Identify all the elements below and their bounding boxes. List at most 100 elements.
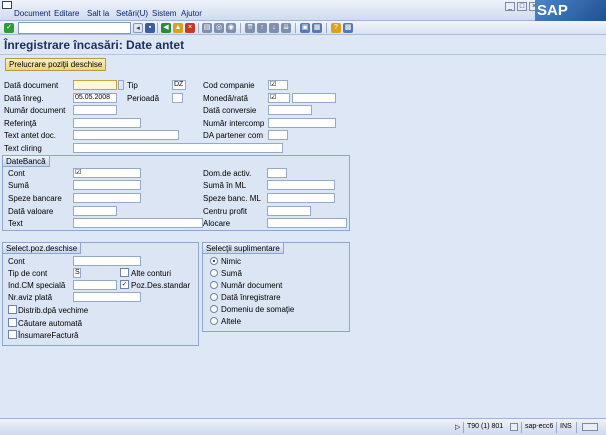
bank-charges-lc-field[interactable] [267, 193, 335, 203]
command-field[interactable] [18, 22, 131, 34]
cancel-icon[interactable]: × [185, 23, 195, 33]
intercomp-field[interactable] [268, 118, 336, 128]
payment-advice-field[interactable] [73, 292, 141, 302]
maximize-icon[interactable]: □ [517, 2, 527, 11]
radio-post-date[interactable] [210, 293, 218, 301]
minimize-icon[interactable]: _ [505, 2, 515, 11]
next-page-icon[interactable]: ↓ [269, 23, 279, 33]
amount-lc-field[interactable] [267, 180, 335, 190]
value-date-label: Dată valoare [8, 207, 54, 216]
assignment-field[interactable] [267, 218, 347, 228]
help-icon[interactable]: ? [331, 23, 341, 33]
radio-none-label: Nimic [221, 257, 241, 266]
std-open-items-label: Poz.Des.standar [131, 281, 191, 290]
sel-account-label: Cont [8, 257, 25, 266]
doc-number-label: Număr document [4, 106, 66, 115]
radio-dunning-area[interactable] [210, 305, 218, 313]
conv-date-field[interactable] [268, 105, 312, 115]
type-field[interactable]: DZ [172, 80, 186, 90]
special-gl-field[interactable] [73, 280, 117, 290]
amount-field[interactable] [73, 180, 141, 190]
business-area-field[interactable] [267, 168, 287, 178]
chevron-down-icon[interactable]: ◂ [133, 23, 143, 33]
radio-others[interactable] [210, 317, 218, 325]
header-text-field[interactable] [73, 130, 179, 140]
new-session-icon[interactable]: ▣ [300, 23, 310, 33]
menu-salt-la[interactable]: Salt la [87, 9, 109, 18]
other-accounts-checkbox[interactable] [120, 268, 129, 277]
invoice-insure-checkbox[interactable] [8, 330, 17, 339]
bank-text-label: Text [8, 219, 23, 228]
clearing-text-label: Text cliring [4, 144, 42, 153]
system-info-icon[interactable] [510, 423, 518, 431]
conv-date-label: Dată conversie [203, 106, 257, 115]
bank-charges-label: Speze bancare [8, 194, 62, 203]
shortcut-icon[interactable]: ▦ [312, 23, 322, 33]
radio-dunning-area-label: Domeniu de somaţie [221, 305, 295, 314]
sel-account-field[interactable] [73, 256, 141, 266]
period-label: Perioadă [127, 94, 160, 103]
profit-center-field[interactable] [267, 206, 311, 216]
period-field[interactable] [172, 93, 183, 103]
bank-account-field[interactable]: ☑ [73, 168, 141, 178]
menu-ajutor[interactable]: Ajutor [181, 9, 202, 18]
da-partner-field[interactable] [268, 130, 288, 140]
post-date-field[interactable]: 05.05.2008 [73, 93, 117, 103]
save-icon[interactable]: ▪ [145, 23, 155, 33]
radio-others-label: Altele [221, 317, 242, 326]
radio-amount[interactable] [210, 269, 218, 277]
find-next-icon[interactable]: ◉ [226, 23, 236, 33]
clearing-text-field[interactable] [73, 143, 283, 153]
additional-selections-title: Selecţii suplimentare [203, 243, 284, 254]
bank-data-title: DateBancă [3, 156, 50, 167]
print-icon[interactable]: ▤ [202, 23, 212, 33]
exit-icon[interactable]: ▲ [173, 23, 183, 33]
bank-text-field[interactable] [73, 218, 203, 228]
system-menu-icon[interactable] [2, 1, 12, 9]
exchange-rate-field[interactable] [292, 93, 336, 103]
server-name: sap-ecc6 [525, 423, 554, 430]
assignment-label: Alocare [203, 219, 231, 228]
company-field[interactable]: ☑ [268, 80, 288, 90]
type-label: Tip [127, 81, 138, 90]
std-open-items-checkbox[interactable]: ✓ [120, 280, 129, 289]
reference-label: Referinţă [4, 119, 37, 128]
distrib-checkbox[interactable] [8, 305, 17, 314]
value-date-field[interactable] [73, 206, 117, 216]
sap-logo: SAP [535, 0, 606, 22]
bank-data-group: DateBancă Cont ☑ Dom.de activ. Sumă Sumă… [2, 155, 350, 231]
radio-post-date-label: Dată înregistrare [221, 293, 281, 302]
menu-setari[interactable]: Setări(U) [116, 9, 148, 18]
doc-date-field[interactable] [73, 80, 117, 90]
play-icon[interactable]: ▷ [455, 423, 460, 431]
find-icon[interactable]: ◎ [214, 23, 224, 33]
last-page-icon[interactable]: ⇊ [281, 23, 291, 33]
reference-field[interactable] [73, 118, 141, 128]
process-open-items-button[interactable]: Prelucrare poziţii deschise [5, 58, 107, 71]
amount-label: Sumă [8, 181, 29, 190]
account-type-label: Tip de cont [8, 269, 48, 278]
radio-none[interactable] [210, 257, 218, 265]
lock-icon [582, 423, 598, 431]
insert-mode: INS [560, 423, 572, 430]
first-page-icon[interactable]: ⇈ [245, 23, 255, 33]
layout-menu-icon[interactable]: ▩ [343, 23, 353, 33]
green-check-icon[interactable]: ✓ [4, 23, 14, 33]
open-items-selection-group: Select.poz.deschise Cont Tip de cont S A… [2, 242, 199, 346]
menu-sistem[interactable]: Sistem [152, 9, 176, 18]
menu-document[interactable]: Document [14, 9, 50, 18]
da-partner-label: DA partener com [203, 131, 264, 140]
doc-number-field[interactable] [73, 105, 117, 115]
radio-doc-number[interactable] [210, 281, 218, 289]
business-area-label: Dom.de activ. [203, 169, 252, 178]
open-items-selection-title: Select.poz.deschise [3, 243, 82, 254]
currency-field[interactable]: ☑ [268, 93, 290, 103]
bank-charges-field[interactable] [73, 193, 141, 203]
previous-page-icon[interactable]: ↑ [257, 23, 267, 33]
auto-search-checkbox[interactable] [8, 318, 17, 327]
back-icon[interactable]: ◀ [161, 23, 171, 33]
doc-date-f4-icon[interactable] [118, 80, 124, 90]
payment-advice-label: Nr.aviz plată [8, 293, 53, 302]
account-type-field[interactable]: S [73, 268, 81, 278]
menu-editare[interactable]: Editare [54, 9, 79, 18]
